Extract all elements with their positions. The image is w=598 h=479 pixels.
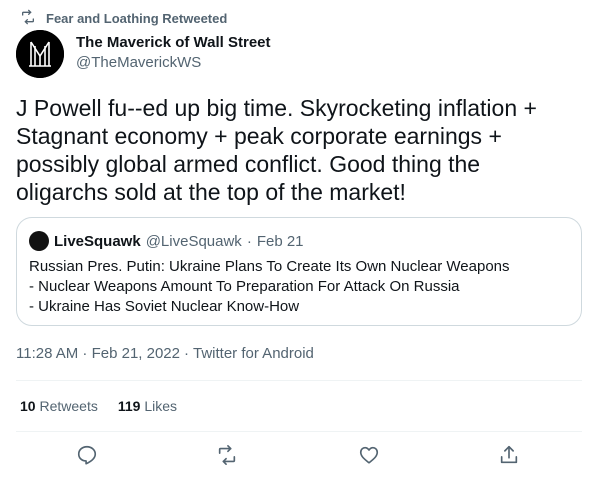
author-handle[interactable]: @TheMaverickWS xyxy=(76,53,271,73)
quoted-tweet-text: Russian Pres. Putin: Ukraine Plans To Cr… xyxy=(29,257,569,317)
retweet-icon xyxy=(218,445,236,465)
divider xyxy=(16,380,582,381)
quoted-line: Russian Pres. Putin: Ukraine Plans To Cr… xyxy=(29,258,510,275)
quoted-display-name: LiveSquawk xyxy=(54,232,141,250)
author-block[interactable]: The Maverick of Wall Street @TheMaverick… xyxy=(76,33,271,73)
reply-icon xyxy=(77,445,97,465)
quoted-handle: @LiveSquawk xyxy=(145,232,242,250)
engagement-stats: 10 Retweets 119 Likes xyxy=(20,398,177,414)
author-display-name[interactable]: The Maverick of Wall Street xyxy=(76,33,271,53)
share-icon xyxy=(500,445,518,464)
quoted-tweet-card[interactable]: LiveSquawk @LiveSquawk · Feb 21 Russian … xyxy=(16,217,582,326)
action-bar xyxy=(0,444,598,468)
retweets-count: 10 xyxy=(20,398,36,414)
reply-button[interactable] xyxy=(76,444,100,468)
tweet-client[interactable]: Twitter for Android xyxy=(193,345,314,362)
retweet-button[interactable] xyxy=(216,444,240,468)
retweeted-by-text: Fear and Loathing Retweeted xyxy=(46,11,228,26)
likes-label: Likes xyxy=(144,398,177,414)
quoted-dot: · xyxy=(246,232,252,250)
quoted-avatar xyxy=(29,231,49,251)
like-button[interactable] xyxy=(358,444,382,468)
quoted-line: - Ukraine Has Soviet Nuclear Know-How xyxy=(29,298,300,315)
likes-count: 119 xyxy=(117,398,141,414)
quoted-date: Feb 21 xyxy=(256,232,304,250)
maverick-logo-icon xyxy=(16,30,64,78)
retweets-label: Retweets xyxy=(39,398,98,414)
quoted-line: - Nuclear Weapons Amount To Preparation … xyxy=(29,278,460,295)
avatar[interactable] xyxy=(16,30,64,78)
tweet-text: J Powell fu--ed up big time. Skyrocketin… xyxy=(16,95,537,205)
retweets-stat[interactable]: 10 Retweets xyxy=(20,398,98,414)
share-button[interactable] xyxy=(498,444,522,468)
like-icon xyxy=(359,446,379,464)
retweet-icon xyxy=(20,9,36,28)
tweet-timestamp[interactable]: 11:28 AM · Feb 21, 2022 xyxy=(16,345,180,362)
divider xyxy=(16,431,582,432)
quoted-tweet-header: LiveSquawk @LiveSquawk · Feb 21 xyxy=(29,231,304,251)
social-context[interactable]: Fear and Loathing Retweeted xyxy=(20,9,227,28)
meta-separator: · xyxy=(184,345,189,362)
likes-stat[interactable]: 119 Likes xyxy=(118,398,177,414)
tweet-meta: 11:28 AM · Feb 21, 2022 · Twitter for An… xyxy=(16,345,314,362)
